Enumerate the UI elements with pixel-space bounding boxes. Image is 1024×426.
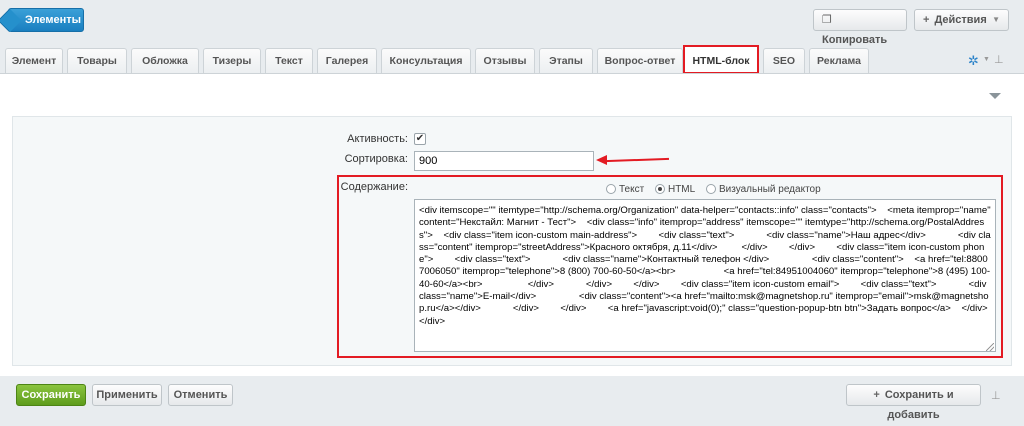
copy-button[interactable]: ❐ Копировать [813,9,907,46]
chevron-down-icon: ▼ [992,15,1000,24]
toolbar: Элементы ❐ Копировать + Действия ▼ [0,0,1024,46]
active-label: Активность: [347,133,408,145]
radio-html[interactable] [654,184,665,194]
tab-products[interactable]: Товары [67,48,127,73]
save-button[interactable]: Сохранить [16,384,86,406]
tab-stages[interactable]: Этапы [539,48,593,73]
apply-button[interactable]: Применить [92,384,162,406]
copy-icon: ❐ [822,14,832,26]
gear-icon[interactable]: ✲ [968,53,979,69]
tab-consultation[interactable]: Консультация [381,48,471,73]
resize-handle[interactable] [986,343,994,351]
tab-text[interactable]: Текст [265,48,313,73]
tab-html-block[interactable]: HTML-блок [683,45,759,74]
html-content-textarea[interactable]: <div itemscope="" itemtype="http://schem… [414,199,996,352]
sort-label: Сортировка: [344,153,408,165]
tab-gallery[interactable]: Галерея [317,48,377,73]
cancel-button[interactable]: Отменить [168,384,233,406]
radio-html-label: HTML [667,184,696,195]
save-and-add-label: Сохранить и добавить [884,389,954,421]
collapse-arrow-icon[interactable] [989,93,1001,99]
pin-icon[interactable]: ⊥ [991,389,1001,402]
back-to-elements-button[interactable]: Элементы [8,8,84,32]
annotation-arrow-head [596,155,607,165]
editor-mode-radios: Текст HTML Визуальный редактор [606,184,829,195]
active-checkbox[interactable]: ✔ [414,133,426,145]
sort-input[interactable]: 900 [414,151,594,171]
tab-faq[interactable]: Вопрос-ответ [597,48,683,73]
radio-text[interactable] [606,184,616,194]
tab-seo[interactable]: SEO [763,48,805,73]
actions-button-label: Действия [934,14,987,26]
tab-element[interactable]: Элемент [5,48,63,73]
radio-visual-editor-label: Визуальный редактор [718,184,821,195]
tab-advertising[interactable]: Реклама [809,48,869,73]
back-button-label: Элементы [25,14,82,26]
pin-icon[interactable]: ⊥ [994,53,1004,66]
chevron-down-icon[interactable]: ▼ [983,56,990,63]
tab-teasers[interactable]: Тизеры [203,48,261,73]
content-label: Содержание: [340,181,408,193]
save-and-add-button[interactable]: + Сохранить и добавить [846,384,981,421]
plus-icon: + [923,14,930,26]
tab-cover[interactable]: Обложка [131,48,199,73]
actions-button[interactable]: + Действия ▼ [914,9,1009,31]
radio-text-label: Текст [619,184,645,195]
radio-visual-editor[interactable] [705,184,716,194]
tab-reviews[interactable]: Отзывы [475,48,535,73]
copy-button-label: Копировать [822,34,888,46]
plus-icon: + [873,389,880,401]
